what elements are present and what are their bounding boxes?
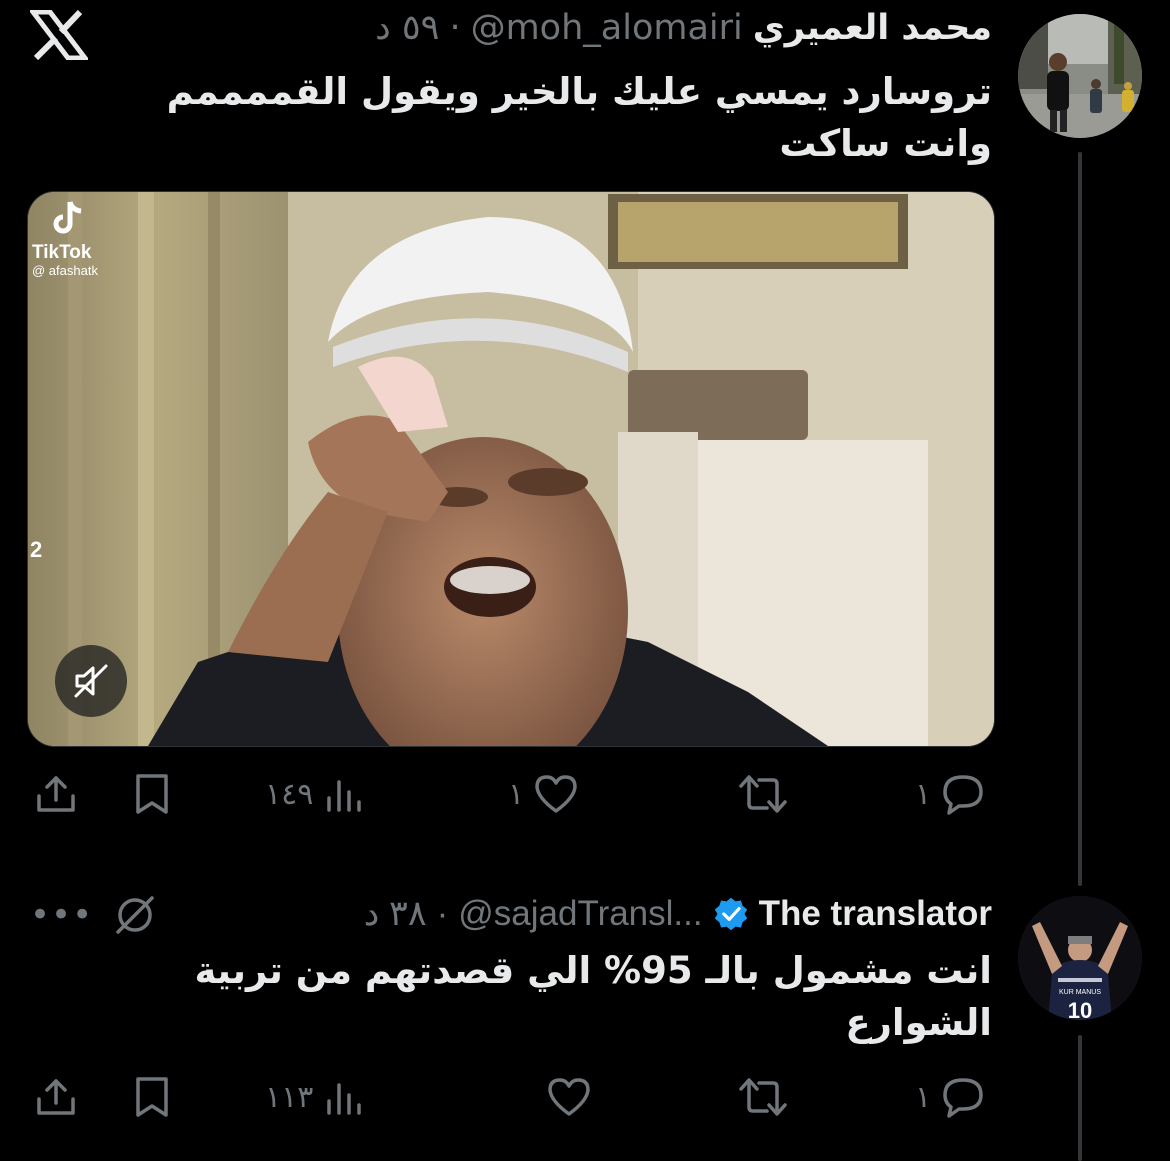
like-button[interactable] (537, 1075, 593, 1119)
mute-button[interactable] (55, 645, 127, 717)
tweet-header: محمد العميري @moh_alomairi · ٥٩ د (375, 8, 992, 48)
video-player[interactable]: TikTok @ afashatk 2 (27, 191, 995, 747)
retweet-icon (739, 1078, 787, 1116)
reply-button[interactable]: ١ (915, 1075, 987, 1119)
share-icon (37, 776, 75, 812)
dot-separator: · (449, 8, 461, 48)
avatar[interactable] (1018, 14, 1142, 138)
bookmark-button[interactable] (130, 1075, 174, 1119)
views-button[interactable]: ١١٣ (265, 1075, 365, 1119)
grok-button[interactable] (112, 892, 158, 942)
like-count: ١ (508, 776, 525, 812)
avatar[interactable]: KUR MANUS 10 (1018, 896, 1142, 1020)
more-icon[interactable]: ••• (30, 895, 93, 935)
timestamp[interactable]: ٣٨ د (364, 894, 427, 934)
bookmark-icon (136, 774, 168, 814)
share-button[interactable] (34, 772, 78, 816)
verified-badge-icon (714, 897, 747, 931)
bookmark-icon (136, 1077, 168, 1117)
user-handle[interactable]: @moh_alomairi (471, 8, 743, 48)
views-button[interactable]: ١٤٩ (265, 772, 365, 816)
bookmark-button[interactable] (130, 772, 174, 816)
tweet-text: انت مشمول بالـ 95% الي قصدتهم من تربية ا… (194, 949, 992, 1044)
reply-icon (943, 775, 983, 815)
reply-count: ١ (915, 776, 932, 812)
display-name[interactable]: The translator (759, 894, 992, 934)
user-handle[interactable]: @sajadTransl... (458, 894, 702, 934)
x-logo-icon[interactable] (27, 9, 91, 64)
views-icon (327, 1083, 362, 1115)
retweet-icon (739, 775, 787, 813)
retweet-button[interactable] (735, 772, 799, 816)
views-icon (327, 780, 362, 812)
frame-side-number: 2 (30, 537, 43, 562)
views-count: ١١٣ (265, 1079, 314, 1115)
thread-connector-line (1078, 152, 1082, 886)
heart-icon (548, 1078, 590, 1116)
timestamp[interactable]: ٥٩ د (375, 8, 439, 48)
thread-connector-line-lower (1078, 1035, 1082, 1161)
retweet-button[interactable] (735, 1075, 799, 1119)
tiktok-watermark: TikTok @ afashatk (32, 198, 98, 279)
jersey-name: KUR MANUS (1059, 989, 1101, 996)
views-count: ١٤٩ (265, 776, 314, 812)
tiktok-user: @ afashatk (32, 263, 98, 278)
tiktok-icon (53, 201, 82, 234)
dot-separator: · (436, 894, 449, 933)
tweet-text: تروسارد يمسي عليك بالخير ويقول القممممم … (166, 70, 992, 165)
share-icon (37, 1079, 75, 1115)
jersey-number: 10 (1068, 998, 1092, 1020)
video-frame-image (28, 192, 994, 746)
grok-icon (116, 896, 154, 934)
reply-count: ١ (915, 1079, 932, 1115)
tiktok-brand: TikTok (32, 242, 92, 263)
muted-speaker-icon (74, 664, 108, 698)
reply-icon (943, 1078, 983, 1118)
like-button[interactable]: ١ (508, 772, 580, 816)
share-button[interactable] (34, 1075, 78, 1119)
display-name[interactable]: محمد العميري (753, 8, 992, 48)
heart-icon (535, 775, 577, 813)
tweet-header: The translator @sajadTransl... · ٣٨ د (364, 894, 992, 934)
reply-button[interactable]: ١ (915, 772, 987, 816)
